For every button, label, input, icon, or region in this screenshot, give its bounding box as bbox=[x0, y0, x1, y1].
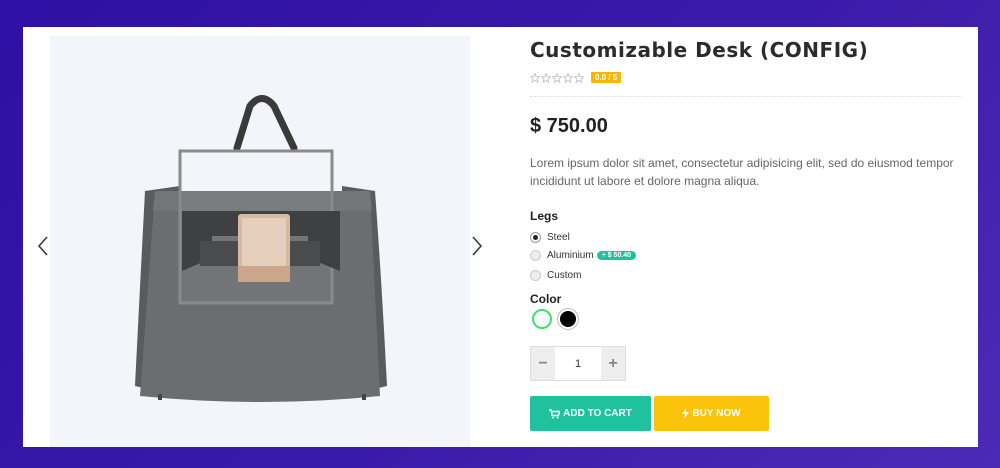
star-icon bbox=[541, 72, 551, 83]
buy-now-button[interactable]: BUY NOW bbox=[654, 396, 769, 431]
product-card: Customizable Desk (CONFIG) 0.0 / 5 $ 750… bbox=[23, 27, 978, 447]
rating-badge: 0.0 / 5 bbox=[591, 72, 622, 83]
product-image bbox=[135, 95, 387, 402]
product-image-gallery bbox=[50, 36, 470, 447]
option-label: Steel bbox=[547, 232, 570, 243]
product-description: Lorem ipsum dolor sit amet, consectetur … bbox=[530, 156, 954, 188]
quantity-increase-button[interactable]: + bbox=[601, 347, 625, 380]
legs-label: Legs bbox=[530, 209, 559, 223]
extra-price-badge: + $ 50.40 bbox=[596, 251, 637, 260]
quantity-decrease-button[interactable]: − bbox=[531, 347, 555, 380]
bolt-icon bbox=[682, 408, 690, 419]
radio-button[interactable] bbox=[530, 270, 541, 281]
product-price: $ 750.00 bbox=[530, 115, 608, 137]
product-title: Customizable Desk (CONFIG) bbox=[530, 38, 869, 62]
divider bbox=[530, 96, 962, 97]
chevron-left-icon bbox=[37, 236, 48, 256]
color-label: Color bbox=[530, 292, 562, 306]
previous-image-arrow[interactable] bbox=[34, 232, 52, 260]
add-to-cart-label: ADD TO CART bbox=[563, 408, 632, 419]
legs-option-aluminium[interactable]: Aluminium + $ 50.40 bbox=[530, 250, 637, 261]
color-swatch-white[interactable] bbox=[532, 309, 552, 329]
radio-button[interactable] bbox=[530, 232, 541, 243]
shopping-cart-icon bbox=[549, 408, 561, 419]
option-label: Aluminium bbox=[547, 250, 594, 261]
product-details: Customizable Desk (CONFIG) 0.0 / 5 $ 750… bbox=[530, 27, 970, 447]
radio-button[interactable] bbox=[530, 250, 541, 261]
quantity-input[interactable]: 1 bbox=[555, 347, 601, 380]
add-to-cart-button[interactable]: ADD TO CART bbox=[530, 396, 651, 431]
star-icon bbox=[563, 72, 573, 83]
chevron-right-icon bbox=[472, 236, 483, 256]
star-icon bbox=[552, 72, 562, 83]
rating-stars[interactable]: 0.0 / 5 bbox=[530, 72, 622, 83]
legs-option-steel[interactable]: Steel bbox=[530, 232, 570, 243]
legs-option-custom[interactable]: Custom bbox=[530, 270, 581, 281]
quantity-stepper: − 1 + bbox=[530, 346, 626, 381]
option-label: Custom bbox=[547, 270, 582, 281]
color-swatch-black[interactable] bbox=[558, 309, 578, 329]
star-icon bbox=[574, 72, 584, 83]
next-image-arrow[interactable] bbox=[468, 232, 486, 260]
star-icon bbox=[530, 72, 540, 83]
buy-now-label: BUY NOW bbox=[692, 408, 741, 419]
